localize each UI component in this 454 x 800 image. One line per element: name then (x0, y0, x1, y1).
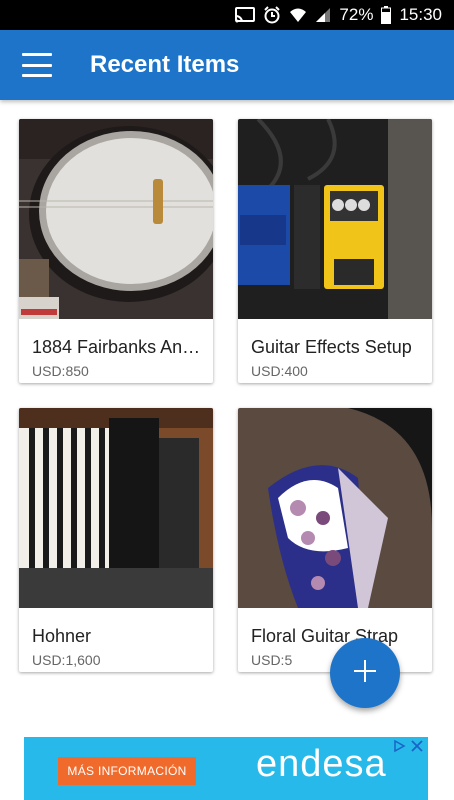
ad-brand-logo: endesa (256, 743, 387, 785)
add-item-button[interactable] (330, 638, 400, 708)
clock: 15:30 (399, 5, 442, 24)
item-price: USD:1,600 (32, 652, 101, 668)
page-title: Recent Items (90, 51, 240, 78)
item-card[interactable]: Hohner USD:1,600 (19, 408, 213, 672)
battery-icon (381, 6, 392, 24)
item-image (238, 408, 432, 608)
ad-banner[interactable]: MÁS INFORMACIÓN endesa (24, 737, 428, 800)
plus-icon (352, 658, 378, 689)
app-bar: Recent Items (0, 30, 454, 100)
hamburger-menu-icon[interactable] (22, 53, 52, 77)
cast-icon (235, 7, 256, 23)
close-icon[interactable] (410, 739, 424, 758)
alarm-icon (263, 6, 281, 24)
item-image (19, 119, 213, 319)
wifi-icon (289, 7, 307, 23)
item-card[interactable]: Guitar Effects Setup USD:400 (238, 119, 432, 383)
item-title: Floral Guitar Strap (251, 626, 399, 646)
item-title: Hohner (32, 626, 92, 646)
item-price: USD:400 (251, 363, 308, 379)
status-bar: 72% 15:30 (0, 0, 454, 30)
item-image (19, 408, 213, 608)
battery-percentage: 72% (339, 5, 374, 24)
item-title: Guitar Effects Setup (251, 337, 412, 357)
ad-more-info-button[interactable]: MÁS INFORMACIÓN (58, 757, 196, 785)
item-card[interactable]: 1884 Fairbanks An… USD:850 (19, 119, 213, 383)
item-price: USD:850 (32, 363, 89, 379)
adchoices-icon[interactable] (392, 739, 406, 758)
signal-icon (315, 7, 331, 23)
item-card[interactable]: Floral Guitar Strap USD:5 (238, 408, 432, 672)
item-image (238, 119, 432, 319)
item-title: 1884 Fairbanks An… (32, 337, 201, 357)
